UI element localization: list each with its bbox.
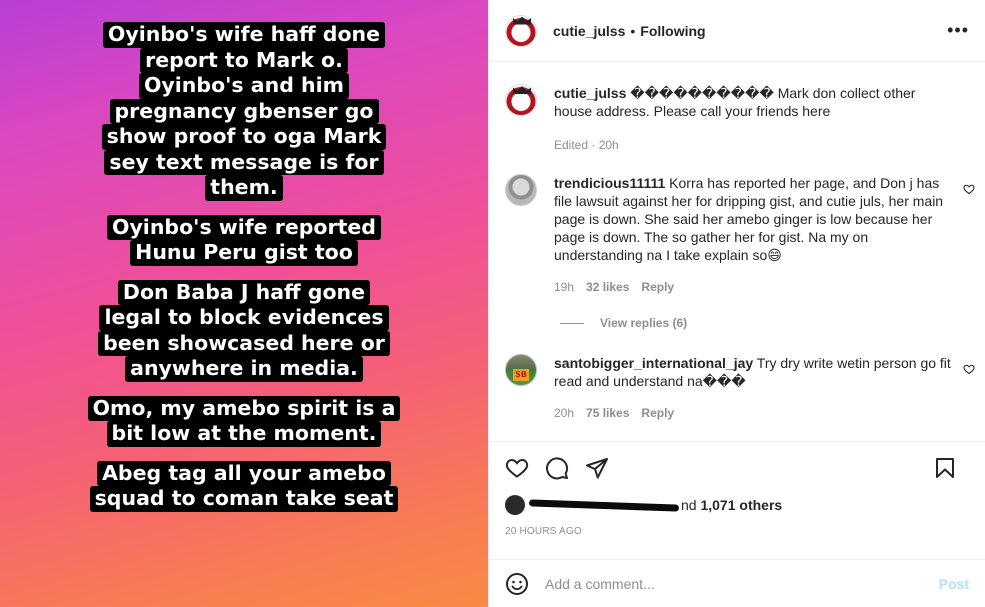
comment-username[interactable]: santobigger_international_jay <box>554 355 753 371</box>
like-comment-icon[interactable] <box>963 363 975 375</box>
story-text-line: been showcased here or <box>98 330 390 356</box>
header-separator: • <box>630 22 636 39</box>
story-text-line: them. <box>205 175 283 201</box>
author-avatar[interactable] <box>505 14 537 47</box>
story-text-line: anywhere in media. <box>125 356 363 382</box>
story-text-line: squad to coman take seat <box>89 486 399 512</box>
likes-suffix: nd <box>681 497 701 513</box>
story-text-block: Omo, my amebo spirit is a bit low at the … <box>0 395 488 447</box>
post-image: Oyinbo's wife haff done report to Mark o.… <box>0 0 488 607</box>
story-text-line: bit low at the moment. <box>106 421 382 447</box>
comment-item: SB santobigger_international_jay Try dry… <box>505 354 975 422</box>
story-text-block: Don Baba J haff gone legal to block evide… <box>0 279 488 382</box>
story-text-line: Hunu Peru gist too <box>130 240 358 266</box>
comments-list: cutie_julss ���������� Mark don collect … <box>489 62 985 441</box>
story-text-line: Omo, my amebo spirit is a <box>87 395 401 421</box>
story-text-line: report to Mark o. <box>140 47 348 73</box>
view-replies-button[interactable]: View replies (6) <box>560 316 687 330</box>
following-button[interactable]: Following <box>640 23 705 39</box>
liker-avatar[interactable] <box>505 495 525 515</box>
comment-likes[interactable]: 32 likes <box>586 278 629 296</box>
post-header: cutie_julss • Following ••• <box>489 0 985 62</box>
view-replies-label: View replies (6) <box>600 316 688 330</box>
post-comment-button[interactable]: Post <box>939 576 969 592</box>
story-text-block: Oyinbo's wife haff done report to Mark o.… <box>0 22 488 201</box>
share-icon[interactable] <box>585 456 609 480</box>
post-actions: nd 1,071 others 20 HOURS AGO <box>489 441 985 537</box>
comment-meta: 20h 75 likes Reply <box>554 404 954 422</box>
caption-meta: Edited · 20h <box>554 136 950 154</box>
story-text-line: Oyinbo's wife reported <box>107 214 381 240</box>
comment-item: trendicious11111 Korra has reported her … <box>505 174 975 296</box>
story-text-block: Oyinbo's wife reported Hunu Peru gist too <box>0 214 488 266</box>
caption-edited-time: Edited · 20h <box>554 138 619 152</box>
caption-body: cutie_julss ���������� Mark don collect … <box>554 84 950 154</box>
comment-username[interactable]: trendicious11111 <box>554 175 665 191</box>
commenter-avatar[interactable] <box>505 174 537 206</box>
story-text-line: sey text message is for <box>104 149 384 175</box>
author-username[interactable]: cutie_julss <box>553 23 625 39</box>
story-text-line: show proof to oga Mark <box>101 124 387 150</box>
reply-button[interactable]: Reply <box>641 404 674 422</box>
likes-count[interactable]: 1,071 others <box>700 497 782 513</box>
add-comment-bar: Post <box>489 559 985 607</box>
story-text-line: Oyinbo's wife haff done <box>102 22 386 48</box>
like-comment-icon[interactable] <box>963 183 975 195</box>
comment-icon[interactable] <box>545 456 569 480</box>
story-text-line: Oyinbo's and him <box>138 73 349 99</box>
action-icons-row <box>489 442 985 494</box>
story-text-block: Abeg tag all your amebo squad to coman ta… <box>0 460 488 512</box>
instagram-post-view: Oyinbo's wife haff done report to Mark o.… <box>0 0 985 607</box>
comment-likes[interactable]: 75 likes <box>586 404 629 422</box>
story-text-line: legal to block evidences <box>99 305 389 331</box>
commenter-avatar[interactable]: SB <box>505 354 537 386</box>
redacted-liker-name <box>529 498 681 512</box>
caption-avatar[interactable] <box>505 84 537 116</box>
bookmark-icon[interactable] <box>933 456 957 480</box>
comment-body: trendicious11111 Korra has reported her … <box>554 174 954 296</box>
post-side-panel: cutie_julss • Following ••• cutie_julss … <box>488 0 985 607</box>
caption: cutie_julss ���������� Mark don collect … <box>505 84 975 154</box>
replies-divider <box>560 322 584 324</box>
liked-by: nd 1,071 others <box>489 494 985 516</box>
likes-count-text[interactable]: nd 1,071 others <box>681 497 782 513</box>
comment-age[interactable]: 19h <box>554 278 574 296</box>
comment-age[interactable]: 20h <box>554 404 574 422</box>
reply-button[interactable]: Reply <box>641 278 674 296</box>
comment-meta: 19h 32 likes Reply <box>554 278 954 296</box>
more-horizontal-icon[interactable]: ••• <box>947 21 969 39</box>
emoji-icon[interactable] <box>505 572 529 596</box>
story-text-line: Don Baba J haff gone <box>117 279 371 305</box>
comment-body: santobigger_international_jay Try dry wr… <box>554 354 954 422</box>
post-timestamp[interactable]: 20 HOURS AGO <box>489 526 985 537</box>
story-text-line: pregnancy gbenser go <box>109 98 379 124</box>
heart-icon[interactable] <box>505 456 529 480</box>
avatar-badge: SB <box>513 369 529 381</box>
add-comment-input[interactable] <box>545 575 939 592</box>
story-text-line: Abeg tag all your amebo <box>97 460 391 486</box>
story-text-blocks: Oyinbo's wife haff done report to Mark o.… <box>0 22 488 512</box>
caption-username[interactable]: cutie_julss <box>554 85 626 101</box>
